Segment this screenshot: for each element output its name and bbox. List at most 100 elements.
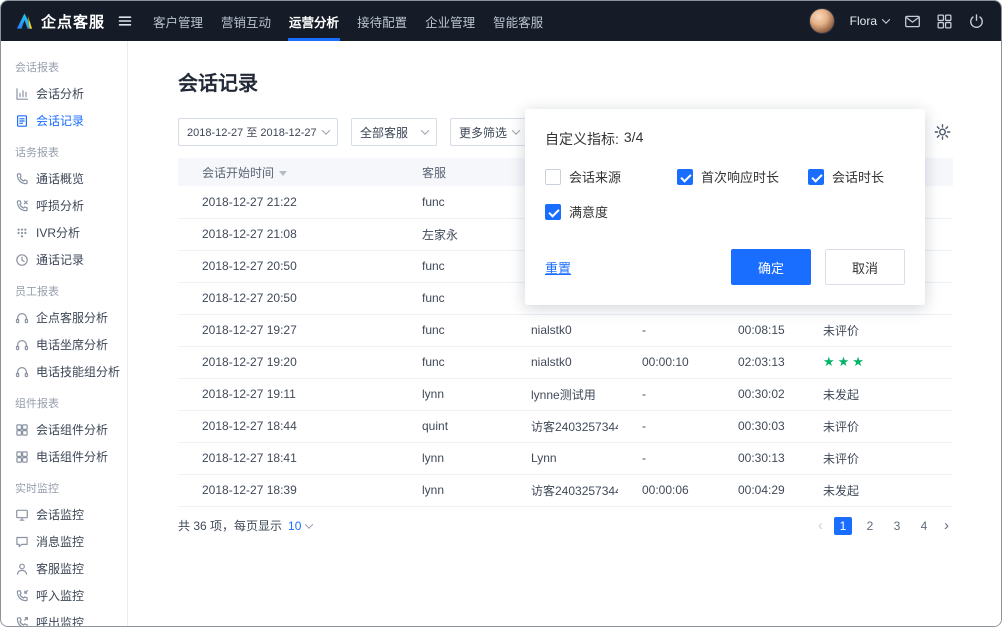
pagination-next[interactable]: › — [942, 517, 951, 535]
metric-option[interactable]: 满意度 — [545, 202, 677, 221]
phone-icon — [15, 172, 29, 186]
brand: 企点客服 — [15, 11, 132, 32]
checkbox[interactable] — [808, 169, 824, 185]
sidebar-item[interactable]: 呼入监控 — [15, 582, 127, 609]
sidebar-item-label: 会话分析 — [36, 85, 84, 102]
total-count: 共 36 项，每页显示 — [178, 517, 282, 534]
sidebar-item-label: 呼出监控 — [36, 614, 84, 626]
pagination: ‹ 1234 › — [816, 517, 951, 535]
metric-option[interactable]: 会话时长 — [808, 167, 905, 186]
sidebar-item[interactable]: 消息监控 — [15, 528, 127, 555]
hamburger-menu-icon[interactable] — [118, 14, 132, 28]
component-icon — [15, 423, 29, 437]
column-header: 客服 — [398, 158, 507, 186]
top-nav-item[interactable]: 智能客服 — [484, 1, 552, 41]
sidebar-item-label: IVR分析 — [36, 224, 80, 241]
metric-option-label: 会话时长 — [832, 167, 884, 186]
mail-icon[interactable] — [904, 13, 921, 30]
cell-time: 2018-12-27 19:20 — [178, 346, 398, 378]
top-nav-item[interactable]: 企业管理 — [416, 1, 484, 41]
sidebar-item[interactable]: 会话组件分析 — [15, 416, 127, 443]
cell-visitor: nialstk0 — [507, 346, 618, 378]
cell-duration: 02:03:13 — [714, 346, 799, 378]
cell-time: 2018-12-27 18:44 — [178, 410, 398, 442]
pagination-page[interactable]: 2 — [861, 517, 879, 535]
sidebar-item[interactable]: 电话技能组分析 — [15, 358, 127, 385]
custom-metrics-popup: 自定义指标: 3/4 会话来源首次响应时长会话时长满意度 重置 确定 取消 — [525, 109, 925, 305]
cell-visitor: nialstk0 — [507, 314, 618, 346]
sidebar-section-title: 员工报表 — [15, 273, 127, 304]
sidebar-item[interactable]: 会话记录 — [15, 107, 127, 134]
sidebar-item[interactable]: 呼损分析 — [15, 192, 127, 219]
user-menu[interactable]: Flora — [850, 14, 889, 28]
sidebar-item[interactable]: 会话监控 — [15, 501, 127, 528]
sidebar-item[interactable]: 通话概览 — [15, 165, 127, 192]
reset-link[interactable]: 重置 — [545, 258, 571, 277]
sidebar-item-label: 电话组件分析 — [36, 448, 108, 465]
sidebar-item[interactable]: 呼出监控 — [15, 609, 127, 626]
sidebar-item[interactable]: 通话记录 — [15, 246, 127, 273]
user-avatar[interactable] — [809, 8, 835, 34]
cell-satisfaction: ★★★ — [799, 346, 953, 378]
power-icon[interactable] — [968, 13, 985, 30]
sidebar-item[interactable]: 会话分析 — [15, 80, 127, 107]
agent-select[interactable]: 全部客服 — [351, 118, 437, 146]
apps-grid-icon[interactable] — [936, 13, 953, 30]
checkbox[interactable] — [545, 204, 561, 220]
headset-icon — [15, 311, 29, 325]
metric-option-label: 会话来源 — [569, 167, 621, 186]
cell-first_response: - — [618, 314, 714, 346]
pagination-page[interactable]: 3 — [888, 517, 906, 535]
cell-satisfaction: 未评价 — [799, 410, 953, 442]
chevron-down-icon — [882, 15, 890, 23]
metric-option-label: 满意度 — [569, 202, 608, 221]
chevron-down-icon — [305, 520, 313, 528]
checkbox[interactable] — [677, 169, 693, 185]
sidebar-section-title: 话务报表 — [15, 134, 127, 165]
pagination-page[interactable]: 4 — [915, 517, 933, 535]
gear-icon[interactable] — [934, 124, 951, 141]
cell-time: 2018-12-27 21:08 — [178, 218, 398, 250]
cell-time: 2018-12-27 18:39 — [178, 474, 398, 506]
cell-first_response: 00:00:10 — [618, 346, 714, 378]
top-nav: 客户管理营销互动运营分析接待配置企业管理智能客服 — [144, 1, 552, 41]
sidebar-item[interactable]: 客服监控 — [15, 555, 127, 582]
cell-duration: 00:08:15 — [714, 314, 799, 346]
top-nav-item[interactable]: 营销互动 — [212, 1, 280, 41]
person-icon — [15, 562, 29, 576]
top-nav-item[interactable]: 接待配置 — [348, 1, 416, 41]
sidebar-item[interactable]: 电话坐席分析 — [15, 331, 127, 358]
cell-visitor: Lynn — [507, 442, 618, 474]
cancel-button[interactable]: 取消 — [825, 249, 905, 285]
sidebar-item[interactable]: 电话组件分析 — [15, 443, 127, 470]
pagination-prev[interactable]: ‹ — [816, 517, 825, 535]
cell-agent: 左家永 — [398, 218, 507, 250]
checkbox[interactable] — [545, 169, 561, 185]
confirm-button[interactable]: 确定 — [731, 249, 811, 285]
date-range-select[interactable]: 2018-12-27 至 2018-12-27 — [178, 118, 338, 146]
pagination-page[interactable]: 1 — [834, 517, 852, 535]
sidebar-item-label: 客服监控 — [36, 560, 84, 577]
sidebar-item[interactable]: IVR分析 — [15, 219, 127, 246]
metric-option[interactable]: 会话来源 — [545, 167, 677, 186]
popup-actions: 重置 确定 取消 — [545, 249, 905, 285]
more-filters-value: 更多筛选 — [459, 124, 507, 141]
page-size-select[interactable]: 10 — [288, 519, 312, 533]
cell-agent: lynn — [398, 474, 507, 506]
cell-time: 2018-12-27 19:11 — [178, 378, 398, 410]
column-header[interactable]: 会话开始时间 — [178, 158, 398, 186]
top-nav-item[interactable]: 运营分析 — [280, 1, 348, 41]
sidebar-item[interactable]: 企点客服分析 — [15, 304, 127, 331]
chevron-down-icon — [421, 126, 429, 134]
doc-list-icon — [15, 114, 29, 128]
more-filters-select[interactable]: 更多筛选 — [450, 118, 528, 146]
metric-option[interactable]: 首次响应时长 — [677, 167, 808, 186]
table-row: 2018-12-27 19:11lynnlynne测试用-00:30:02未发起 — [178, 378, 953, 410]
top-nav-item[interactable]: 客户管理 — [144, 1, 212, 41]
cell-duration: 00:04:29 — [714, 474, 799, 506]
cell-agent: func — [398, 186, 507, 218]
phone-in-icon — [15, 589, 29, 603]
cell-visitor: 访客2403257344 — [507, 474, 618, 506]
cell-time: 2018-12-27 20:50 — [178, 250, 398, 282]
cell-agent: lynn — [398, 442, 507, 474]
